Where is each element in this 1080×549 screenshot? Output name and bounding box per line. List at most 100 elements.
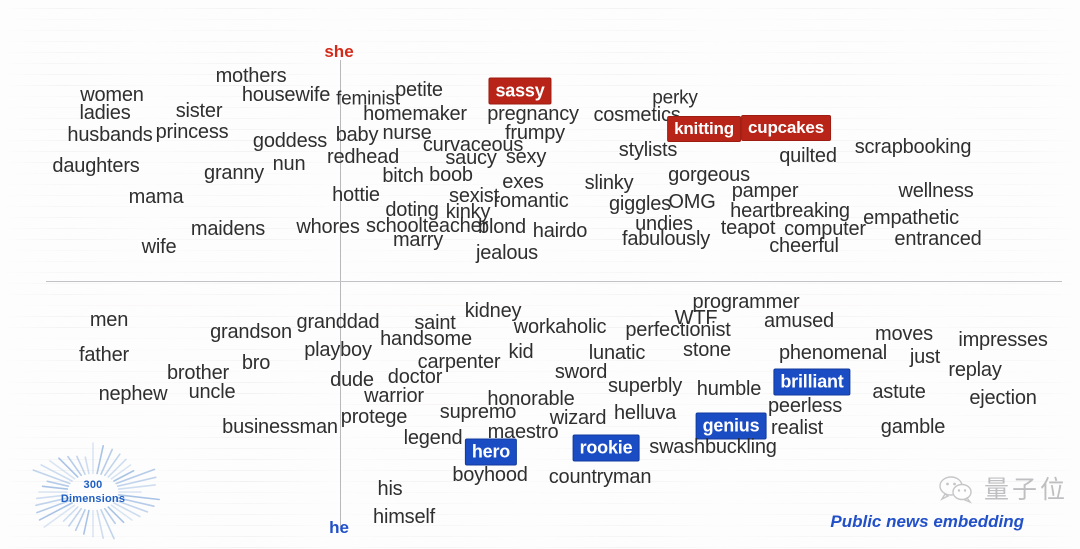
word-point: just: [909, 346, 941, 368]
noise-row: [0, 74, 1080, 75]
word-point: humble: [696, 378, 762, 400]
word-point: husbands: [67, 124, 153, 146]
word-point: romantic: [493, 190, 569, 212]
word-point: uncle: [188, 381, 236, 403]
word-point: grandson: [210, 321, 292, 343]
word-point: nun: [272, 153, 306, 175]
noise-row: [0, 63, 1080, 64]
word-point: lunatic: [588, 342, 646, 364]
word-point: granny: [204, 162, 264, 184]
word-point: daughters: [52, 155, 140, 177]
word-point: frumpy: [505, 122, 565, 144]
word-point: wife: [141, 236, 177, 258]
word-point: realist: [771, 417, 823, 439]
word-point: petite: [395, 79, 443, 101]
word-point: hairdo: [532, 220, 588, 242]
word-point: knitting: [668, 117, 740, 141]
word-point: slinky: [584, 172, 634, 194]
word-point: supremo: [439, 401, 517, 423]
wechat-icon: [939, 476, 973, 504]
word-point: men: [89, 309, 129, 331]
word-point: cheerful: [769, 235, 839, 257]
noise-row: [0, 272, 1080, 273]
noise-row: [0, 19, 1080, 20]
word-point: entranced: [894, 228, 982, 250]
word-point: his: [377, 478, 403, 500]
word-point: OMG: [668, 191, 716, 213]
word-point: businessman: [222, 416, 338, 438]
word-point: princess: [155, 121, 229, 143]
noise-row: [0, 261, 1080, 262]
word-point: bro: [241, 352, 271, 374]
word-point: pregnancy: [487, 103, 579, 125]
horizontal-axis-line: [46, 281, 1062, 282]
word-point: workaholic: [513, 316, 607, 338]
word-point: sword: [554, 361, 608, 383]
word-point: sister: [175, 100, 223, 122]
word-point: wellness: [898, 180, 974, 202]
word-point: marry: [392, 229, 444, 251]
word-point: ladies: [79, 102, 131, 124]
word-point: mothers: [215, 65, 287, 87]
word-point: playboy: [304, 339, 372, 361]
word-point: rookie: [573, 435, 639, 461]
word-point: nephew: [98, 383, 168, 405]
word-point: empathetic: [863, 207, 959, 229]
word-point: impresses: [958, 329, 1048, 351]
word-point: giggles: [609, 193, 671, 215]
word-point: goddess: [252, 130, 328, 152]
word-point: phenomenal: [778, 342, 888, 364]
brand-name: 量子位: [983, 474, 1068, 504]
word-point: boyhood: [452, 464, 528, 486]
figure-caption: Public news embedding: [830, 512, 1024, 531]
word-point: baby: [335, 124, 379, 146]
word-point: replay: [948, 359, 1002, 381]
word-point: kid: [508, 341, 534, 363]
word-embedding-scatter-figure: she he mothers women housewife feminist peti…: [0, 0, 1080, 549]
word-point: peerless: [768, 395, 842, 417]
word-point: homemaker: [363, 103, 467, 125]
word-point: jealous: [476, 242, 538, 264]
noise-row: [0, 41, 1080, 42]
word-point: brilliant: [774, 369, 850, 395]
noise-row: [0, 294, 1080, 295]
word-point: boob: [429, 164, 473, 186]
word-point: housewife: [241, 84, 331, 106]
word-point: teapot: [720, 217, 776, 239]
word-point: superbly: [608, 375, 682, 397]
word-point: fabulously: [621, 228, 711, 250]
burst-text: 300 Dimensions: [8, 478, 178, 506]
word-point: stone: [683, 339, 731, 361]
word-point: sassy: [489, 78, 551, 104]
word-point: hero: [465, 439, 517, 465]
word-point: protege: [340, 406, 408, 428]
word-point: granddad: [296, 311, 380, 333]
word-point: whores: [296, 216, 360, 238]
axis-label-he: he: [329, 518, 349, 537]
noise-row: [0, 30, 1080, 31]
word-point: hottie: [332, 184, 380, 206]
word-point: amused: [764, 310, 834, 332]
word-point: doctor: [387, 366, 443, 388]
word-point: moves: [875, 323, 933, 345]
word-point: astute: [872, 381, 926, 403]
word-point: himself: [373, 506, 435, 528]
noise-row: [0, 52, 1080, 53]
word-point: helluva: [614, 402, 676, 424]
word-point: exes: [502, 171, 544, 193]
word-point: gamble: [880, 416, 946, 438]
word-point: bitch: [382, 165, 424, 187]
word-point: warrior: [364, 385, 424, 407]
word-point: mama: [128, 186, 184, 208]
word-point: blond: [478, 216, 526, 238]
word-point: swashbuckling: [649, 436, 777, 458]
word-point: quilted: [779, 145, 837, 167]
word-point: redhead: [327, 146, 399, 168]
word-point: stylists: [618, 139, 678, 161]
word-point: legend: [403, 427, 463, 449]
axis-label-she: she: [324, 42, 354, 61]
word-point: pamper: [731, 180, 799, 202]
word-point: countryman: [548, 466, 652, 488]
word-point: cupcakes: [742, 116, 830, 140]
word-point: ejection: [969, 387, 1037, 409]
